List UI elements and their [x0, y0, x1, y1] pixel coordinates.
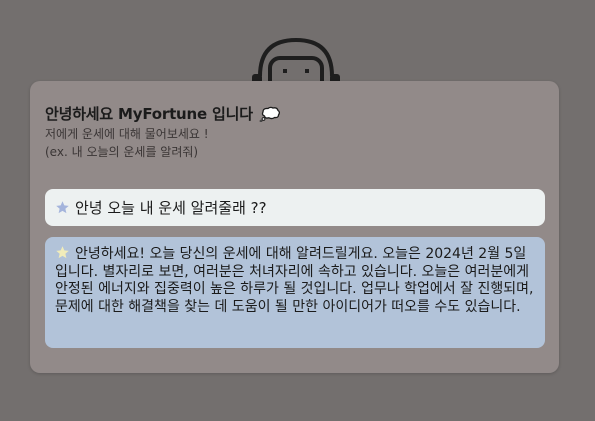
- star-icon: [56, 201, 69, 214]
- chat-card: 안녕하세요 MyFortune 입니다 저에게 운세에 대해 물어보세요 ! (…: [30, 81, 559, 373]
- chat-header-title: 안녕하세요 MyFortune 입니다: [45, 103, 281, 124]
- assistant-message-text: 안녕하세요! 오늘 당신의 운세에 대해 알려드릴게요. 오늘은 2024년 2…: [55, 246, 534, 315]
- chat-subtitle-instruction: 저에게 운세에 대해 물어보세요 !: [45, 127, 209, 141]
- assistant-message: 안녕하세요! 오늘 당신의 운세에 대해 알려드릴게요. 오늘은 2024년 2…: [45, 237, 545, 348]
- chat-title-text: 안녕하세요 MyFortune 입니다: [45, 105, 253, 123]
- chat-subtitle-example: (ex. 내 오늘의 운세를 알려줘): [45, 145, 199, 159]
- star-icon: [56, 246, 69, 259]
- user-message: 안녕 오늘 내 운세 알려줄래 ??: [45, 189, 545, 226]
- user-message-text: 안녕 오늘 내 운세 알려줄래 ??: [75, 199, 267, 217]
- speech-bubble-icon: [259, 106, 280, 122]
